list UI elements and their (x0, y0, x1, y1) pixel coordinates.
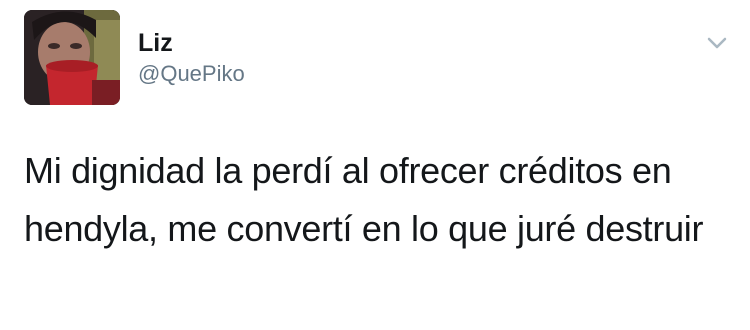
avatar-photo (24, 10, 120, 105)
chevron-down-icon[interactable] (704, 30, 730, 56)
tweet-card: Liz @QuePiko Mi dignidad la perdí al ofr… (0, 0, 750, 330)
author-handle[interactable]: @QuePiko (138, 60, 245, 88)
author-display-name[interactable]: Liz (138, 28, 173, 58)
tweet-text: Mi dignidad la perdí al ofrecer créditos… (24, 150, 704, 249)
avatar[interactable] (24, 10, 120, 105)
